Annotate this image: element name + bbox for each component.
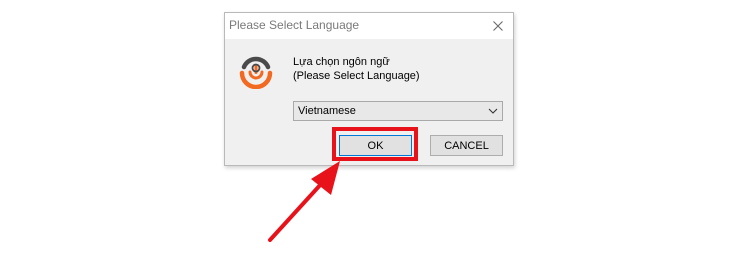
message-line-english: (Please Select Language) bbox=[293, 70, 420, 82]
cancel-button[interactable]: CANCEL bbox=[430, 135, 503, 156]
close-icon bbox=[493, 21, 503, 31]
dialog-message: Lựa chọn ngôn ngữ (Please Select Languag… bbox=[293, 55, 420, 83]
close-button[interactable] bbox=[483, 13, 513, 39]
message-line-vietnamese: Lựa chọn ngôn ngữ bbox=[293, 56, 390, 68]
language-select-value: Vietnamese bbox=[298, 105, 356, 117]
screenshot-stage: Please Select Language Lựa chọn ngôn ngữ… bbox=[0, 0, 747, 253]
chevron-down-icon bbox=[488, 108, 498, 114]
dialog-titlebar: Please Select Language bbox=[225, 13, 513, 39]
dialog-title: Please Select Language bbox=[229, 18, 360, 32]
ok-highlight-box bbox=[332, 127, 418, 161]
app-logo-icon bbox=[239, 56, 273, 89]
language-select[interactable]: Vietnamese bbox=[293, 101, 503, 121]
